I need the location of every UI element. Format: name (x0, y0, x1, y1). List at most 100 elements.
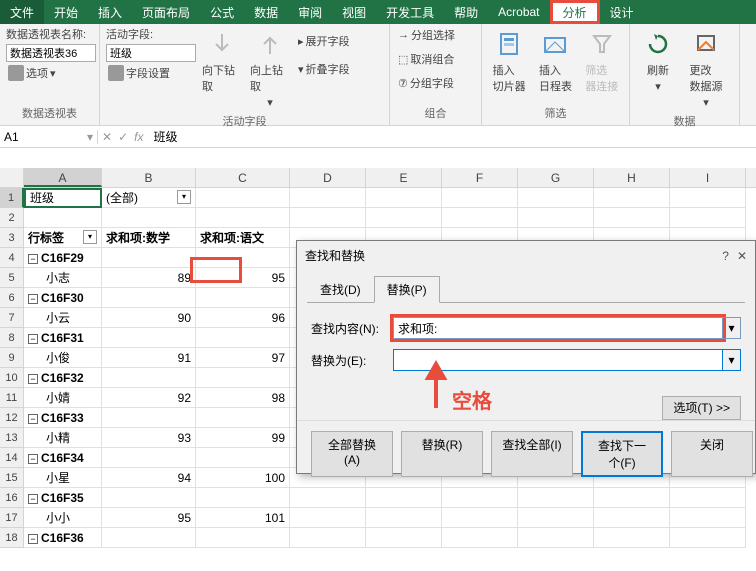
cell[interactable] (594, 488, 670, 508)
insert-slicer-button[interactable]: 插入 切片器 (488, 26, 530, 96)
cell[interactable] (670, 188, 746, 208)
find-dropdown-icon[interactable]: ▾ (723, 317, 741, 339)
cell[interactable]: (全部)▾ (102, 188, 196, 208)
cell[interactable]: 小婧 (24, 388, 102, 408)
row-header[interactable]: 3 (0, 228, 24, 248)
col-header-d[interactable]: D (290, 168, 366, 187)
dialog-help-button[interactable]: ? (722, 249, 729, 263)
ungroup-button[interactable]: ⬚ 取消组合 (396, 50, 457, 68)
change-data-source-button[interactable]: 更改 数据源 ▾ (684, 26, 728, 111)
active-field-input[interactable] (106, 44, 196, 62)
cell[interactable]: 91 (102, 348, 196, 368)
col-header-f[interactable]: F (442, 168, 518, 187)
cell[interactable]: 小志 (24, 268, 102, 288)
cell[interactable] (102, 448, 196, 468)
cell[interactable] (102, 288, 196, 308)
cell[interactable] (102, 328, 196, 348)
cell[interactable] (594, 188, 670, 208)
cell[interactable] (290, 528, 366, 548)
menu-data[interactable]: 数据 (244, 0, 288, 24)
cell[interactable]: 94 (102, 468, 196, 488)
group-selection-button[interactable]: → 分组选择 (396, 26, 457, 44)
cell[interactable]: 95 (102, 508, 196, 528)
menu-formulas[interactable]: 公式 (200, 0, 244, 24)
cell[interactable] (442, 508, 518, 528)
cell[interactable]: −C16F33 (24, 408, 102, 428)
name-box[interactable]: A1▾ (0, 130, 98, 144)
replace-dropdown-icon[interactable]: ▾ (723, 349, 741, 371)
cell[interactable] (24, 208, 102, 228)
cell[interactable] (442, 528, 518, 548)
menu-analyze[interactable]: 分析 (550, 0, 600, 24)
cell[interactable] (670, 208, 746, 228)
cell[interactable] (670, 508, 746, 528)
cell[interactable] (196, 488, 290, 508)
row-header[interactable]: 10 (0, 368, 24, 388)
find-what-input[interactable] (393, 317, 723, 339)
field-settings-button[interactable]: 字段设置 (106, 64, 196, 82)
refresh-button[interactable]: 刷新 ▾ (636, 26, 680, 95)
col-header-g[interactable]: G (518, 168, 594, 187)
cell[interactable]: 101 (196, 508, 290, 528)
cell[interactable]: −C16F35 (24, 488, 102, 508)
row-header[interactable]: 13 (0, 428, 24, 448)
row-header[interactable]: 1 (0, 188, 24, 208)
col-header-a[interactable]: A (24, 168, 102, 187)
cell[interactable] (196, 408, 290, 428)
row-header[interactable]: 6 (0, 288, 24, 308)
col-header-c[interactable]: C (196, 168, 290, 187)
cell[interactable] (518, 188, 594, 208)
row-header[interactable]: 15 (0, 468, 24, 488)
cell[interactable] (196, 368, 290, 388)
cell[interactable]: 89 (102, 268, 196, 288)
tab-find[interactable]: 查找(D) (307, 276, 374, 303)
cell[interactable] (196, 528, 290, 548)
tab-replace[interactable]: 替换(P) (374, 276, 440, 303)
replace-all-button[interactable]: 全部替换(A) (311, 431, 393, 477)
cell[interactable] (518, 208, 594, 228)
cell[interactable]: 99 (196, 428, 290, 448)
menu-insert[interactable]: 插入 (88, 0, 132, 24)
cell[interactable] (594, 528, 670, 548)
row-header[interactable]: 8 (0, 328, 24, 348)
cell[interactable] (196, 288, 290, 308)
cell[interactable] (442, 188, 518, 208)
insert-timeline-button[interactable]: 插入 日程表 (534, 26, 576, 96)
cell[interactable]: −C16F34 (24, 448, 102, 468)
cell[interactable] (290, 508, 366, 528)
cell[interactable] (518, 528, 594, 548)
cell[interactable] (518, 488, 594, 508)
options-button[interactable]: 选项(T) >> (662, 396, 741, 420)
row-header[interactable]: 11 (0, 388, 24, 408)
col-header-h[interactable]: H (594, 168, 670, 187)
cell[interactable] (102, 208, 196, 228)
cell[interactable]: 小星 (24, 468, 102, 488)
find-all-button[interactable]: 查找全部(I) (491, 431, 573, 477)
cell[interactable] (290, 188, 366, 208)
close-button[interactable]: 关闭 (671, 431, 753, 477)
cell[interactable] (366, 208, 442, 228)
cell[interactable] (102, 408, 196, 428)
cell[interactable]: 小小 (24, 508, 102, 528)
cell[interactable] (366, 488, 442, 508)
cell[interactable]: 小云 (24, 308, 102, 328)
menu-developer[interactable]: 开发工具 (376, 0, 444, 24)
group-field-button[interactable]: ⑦ 分组字段 (396, 74, 457, 92)
row-header[interactable]: 14 (0, 448, 24, 468)
cell[interactable] (594, 508, 670, 528)
collapse-field-button[interactable]: ▾ 折叠字段 (296, 60, 352, 78)
cell[interactable] (196, 448, 290, 468)
cell[interactable]: 求和项:数学 (102, 228, 196, 248)
menu-acrobat[interactable]: Acrobat (488, 0, 549, 24)
pivot-options-button[interactable]: 选项 ▾ (6, 64, 96, 82)
cell[interactable] (102, 368, 196, 388)
col-header-b[interactable]: B (102, 168, 196, 187)
cell[interactable]: −C16F30 (24, 288, 102, 308)
cell[interactable]: 98 (196, 388, 290, 408)
dialog-close-button[interactable]: ✕ (737, 249, 747, 263)
cell[interactable] (290, 488, 366, 508)
cell[interactable]: −C16F29 (24, 248, 102, 268)
row-header[interactable]: 7 (0, 308, 24, 328)
cell[interactable]: −C16F36 (24, 528, 102, 548)
cell[interactable] (670, 488, 746, 508)
